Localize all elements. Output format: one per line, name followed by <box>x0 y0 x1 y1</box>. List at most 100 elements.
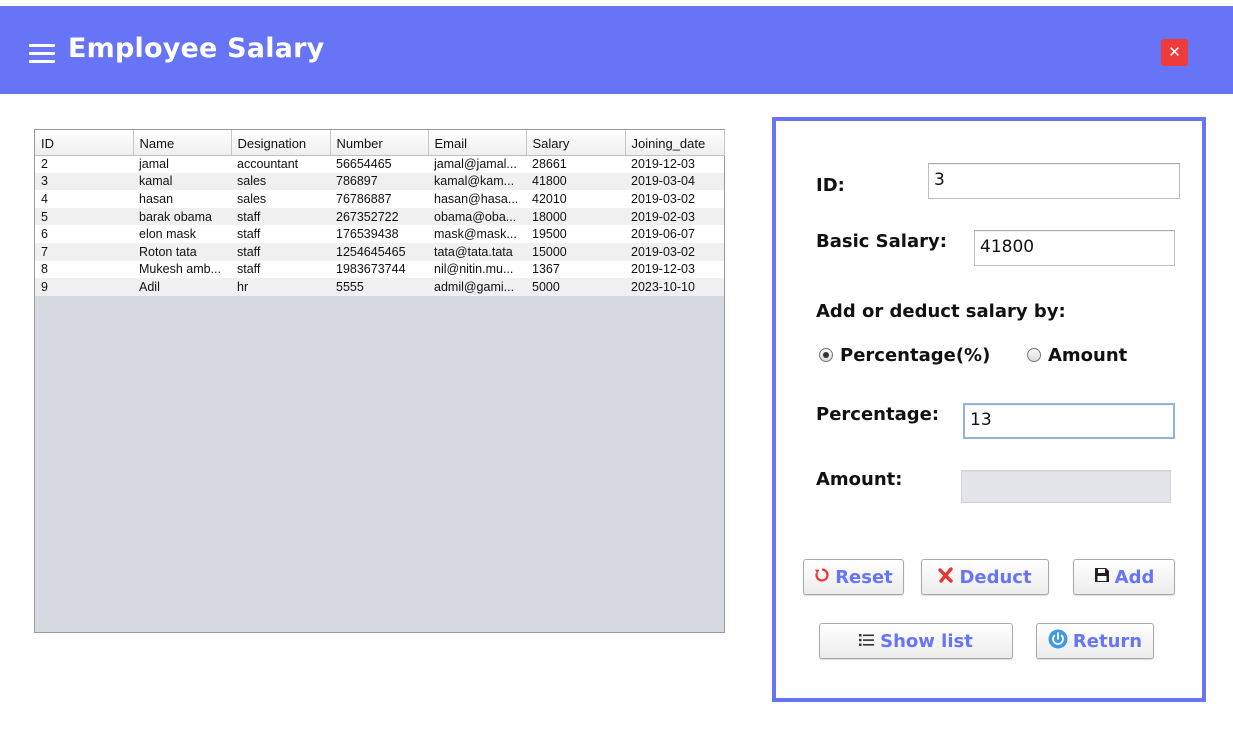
window: Employee Salary ✕ ID Name Designation Numbe… <box>0 0 1233 731</box>
table-cell: kamal <box>133 172 231 191</box>
table-cell: 18000 <box>526 207 625 226</box>
table-cell: 3 <box>35 172 133 191</box>
reset-button-label: Reset <box>835 566 893 588</box>
employee-table[interactable]: ID Name Designation Number Email Salary Joinin… <box>34 129 725 633</box>
table-cell: 28661 <box>526 155 625 173</box>
table-cell: 2019-12-03 <box>625 155 724 173</box>
table-cell: 1983673744 <box>330 260 428 279</box>
table-cell: 2023-10-10 <box>625 278 724 296</box>
table-cell: kamal@kam... <box>428 172 526 191</box>
table-cell: 1367 <box>526 260 625 279</box>
table-row[interactable]: 7 Roton tata staff 1254645465 tata@tata.tata… <box>35 242 724 261</box>
reset-icon <box>814 567 830 588</box>
table-row[interactable]: 3 kamal sales 786897 kamal@kam... 41800 2019-0… <box>35 172 724 191</box>
table-cell: staff <box>231 260 330 279</box>
column-header[interactable]: ID <box>35 130 134 156</box>
deduct-button[interactable]: Deduct <box>921 559 1049 595</box>
percentage-field[interactable]: 13 <box>963 403 1175 439</box>
table-cell: 15000 <box>526 242 625 261</box>
column-header[interactable]: Salary <box>526 130 626 156</box>
table-cell: mask@mask... <box>428 225 526 243</box>
column-header[interactable]: Joining_date <box>625 130 725 156</box>
show-list-button[interactable]: Show list <box>819 623 1013 659</box>
id-field[interactable]: 3 <box>928 163 1180 199</box>
table-cell: 2019-06-07 <box>625 225 724 243</box>
radio-selected-icon <box>819 348 833 362</box>
table-cell: 176539438 <box>330 225 428 243</box>
save-icon <box>1094 567 1110 588</box>
table-cell: 8 <box>35 260 133 279</box>
table-cell: nil@nitin.mu... <box>428 260 526 279</box>
table-cell: 76786887 <box>330 190 428 208</box>
percentage-radio-label: Percentage(%) <box>840 345 991 366</box>
list-icon <box>859 631 875 652</box>
power-icon <box>1048 629 1068 654</box>
table-row[interactable]: 4 hasan sales 76786887 hasan@hasa... 42010 201… <box>35 190 724 208</box>
table-cell: 6 <box>35 225 133 243</box>
table-cell: barak obama <box>133 207 231 226</box>
table-cell: obama@oba... <box>428 207 526 226</box>
table-cell: jamal <box>133 155 231 173</box>
amount-radio-label: Amount <box>1048 345 1128 366</box>
column-header[interactable]: Name <box>133 130 232 156</box>
basic-salary-field[interactable]: 41800 <box>974 230 1175 266</box>
table-cell: 2019-03-02 <box>625 242 724 261</box>
table-cell: 2019-02-03 <box>625 207 724 226</box>
table-cell: staff <box>231 207 330 226</box>
table-cell: Adil <box>133 278 231 296</box>
table-row[interactable]: 6 elon mask staff 176539438 mask@mask... 1950… <box>35 225 724 243</box>
table-cell: 2019-03-04 <box>625 172 724 191</box>
table-cell: 2 <box>35 155 133 173</box>
table-row[interactable]: 9 Adil hr 5555 admil@gami... 5000 2023-10-10 <box>35 278 724 296</box>
table-cell: elon mask <box>133 225 231 243</box>
table-cell: 5 <box>35 207 133 226</box>
basic-salary-label: Basic Salary: <box>816 231 947 252</box>
amount-label: Amount: <box>816 469 903 490</box>
table-cell: accountant <box>231 155 330 173</box>
table-cell: 2019-03-02 <box>625 190 724 208</box>
table-cell: staff <box>231 225 330 243</box>
table-cell: 5555 <box>330 278 428 296</box>
table-cell: 5000 <box>526 278 625 296</box>
table-header: ID Name Designation Number Email Salary Joinin… <box>35 130 725 156</box>
column-header[interactable]: Designation <box>231 130 331 156</box>
reset-button[interactable]: Reset <box>803 559 904 595</box>
percentage-radio[interactable]: Percentage(%) <box>819 345 990 366</box>
table-row[interactable]: 5 barak obama staff 267352722 obama@oba... 18… <box>35 207 724 226</box>
column-header[interactable]: Number <box>330 130 429 156</box>
hamburger-menu-icon[interactable] <box>29 44 55 64</box>
table-cell: Roton tata <box>133 242 231 261</box>
mode-label: Add or deduct salary by: <box>816 301 1066 322</box>
show-list-button-label: Show list <box>880 630 973 652</box>
table-cell: hasan <box>133 190 231 208</box>
table-row[interactable]: 8 Mukesh amb... staff 1983673744 nil@nitin.m… <box>35 260 724 279</box>
x-mark-icon <box>938 566 954 588</box>
amount-field[interactable] <box>961 470 1171 503</box>
amount-radio[interactable]: Amount <box>1027 345 1127 366</box>
table-cell: jamal@jamal... <box>428 155 526 173</box>
table-cell: staff <box>231 242 330 261</box>
radio-unselected-icon <box>1027 348 1041 362</box>
table-cell: Mukesh amb... <box>133 260 231 279</box>
close-button[interactable]: ✕ <box>1161 39 1188 66</box>
table-cell: hr <box>231 278 330 296</box>
deduct-button-label: Deduct <box>959 566 1032 588</box>
percentage-label: Percentage: <box>816 404 940 425</box>
table-cell: sales <box>231 172 330 191</box>
table-cell: 267352722 <box>330 207 428 226</box>
table-body[interactable]: 2 jamal accountant 56654465 jamal@jamal... 28… <box>35 155 724 296</box>
return-button[interactable]: Return <box>1036 623 1154 659</box>
table-cell: sales <box>231 190 330 208</box>
return-button-label: Return <box>1072 630 1143 652</box>
table-cell: tata@tata.tata <box>428 242 526 261</box>
table-row[interactable]: 2 jamal accountant 56654465 jamal@jamal... 28… <box>35 155 724 173</box>
column-header[interactable]: Email <box>428 130 527 156</box>
table-cell: 7 <box>35 242 133 261</box>
table-cell: 19500 <box>526 225 625 243</box>
add-button[interactable]: Add <box>1073 559 1175 595</box>
table-cell: admil@gami... <box>428 278 526 296</box>
table-cell: 1254645465 <box>330 242 428 261</box>
add-button-label: Add <box>1114 566 1155 588</box>
table-cell: 9 <box>35 278 133 296</box>
table-cell: 56654465 <box>330 155 428 173</box>
